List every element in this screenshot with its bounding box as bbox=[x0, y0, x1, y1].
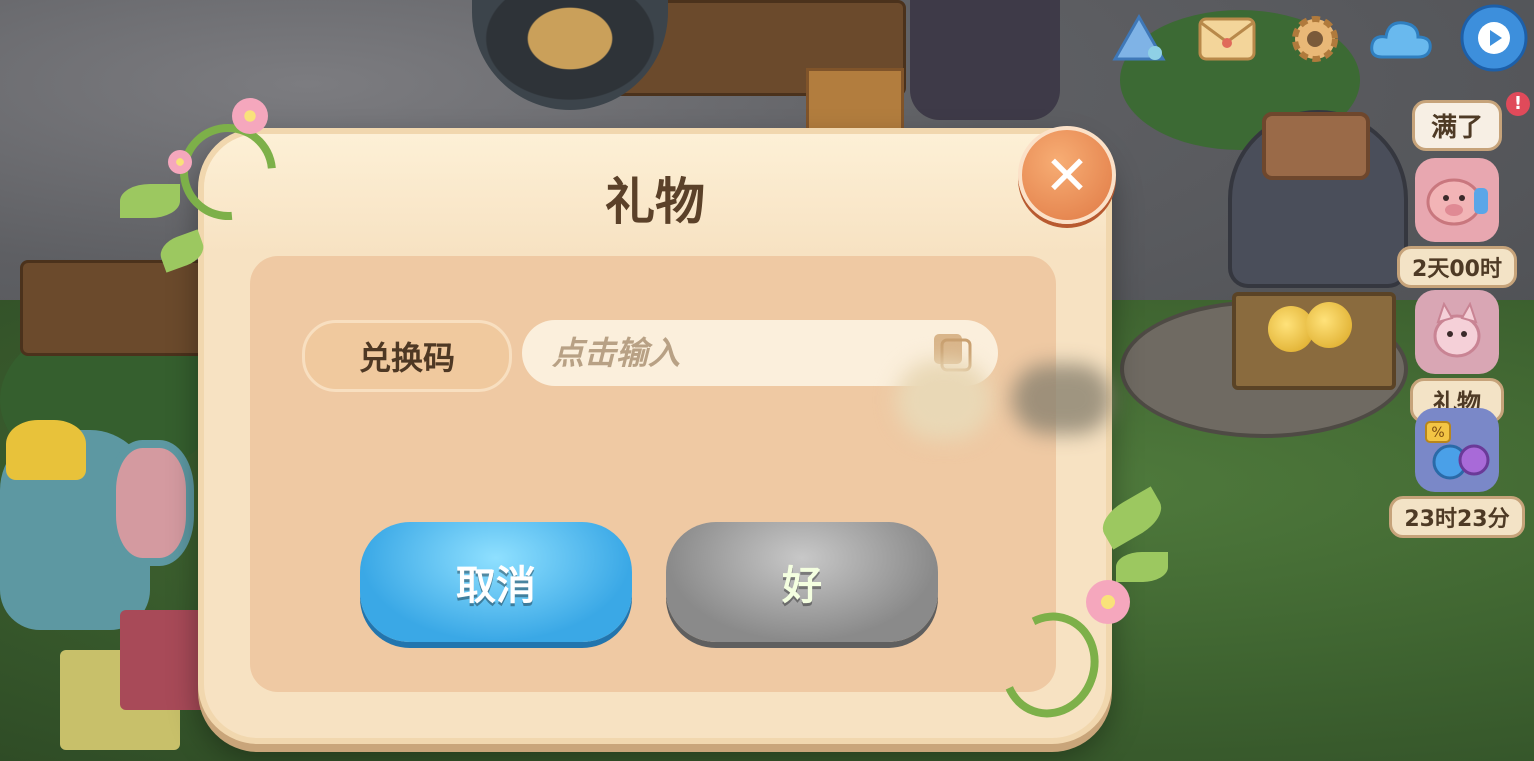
gold-coin bbox=[1306, 302, 1352, 348]
gear-icon[interactable] bbox=[1284, 8, 1346, 70]
wooden-fence bbox=[20, 260, 216, 356]
leaf-decoration bbox=[1116, 552, 1168, 582]
svg-text:%: % bbox=[1431, 425, 1444, 441]
alert-icon: ! bbox=[1506, 92, 1530, 116]
leaf-decoration bbox=[120, 184, 180, 218]
elephant-ear bbox=[108, 440, 194, 566]
cloud-icon[interactable] bbox=[1366, 8, 1436, 70]
game-screen: 满了 ! 2天00时 礼物 % 23时23分 礼物 ✕ 兑换码 点击输入 取消 … bbox=[0, 0, 1534, 761]
flower-decoration bbox=[232, 98, 268, 134]
machine bbox=[910, 0, 1060, 120]
flower-decoration bbox=[168, 150, 192, 174]
pyramid-icon[interactable] bbox=[1108, 8, 1170, 70]
piggy-timer: 2天00时 bbox=[1397, 246, 1517, 288]
crown-icon bbox=[6, 420, 86, 480]
close-button[interactable]: ✕ bbox=[1018, 126, 1116, 224]
piggy-bank-item[interactable]: 2天00时 bbox=[1388, 158, 1526, 288]
ok-button[interactable]: 好 bbox=[666, 522, 938, 642]
mail-icon[interactable] bbox=[1196, 8, 1258, 70]
redeem-code-label: 兑换码 bbox=[302, 320, 512, 392]
sale-timer: 23时23分 bbox=[1389, 496, 1525, 538]
dialog-title: 礼物 bbox=[605, 173, 705, 231]
potion-sale-icon: % bbox=[1415, 408, 1499, 492]
status-badge-item[interactable]: 满了 ! bbox=[1388, 92, 1530, 151]
status-badge: 满了 bbox=[1411, 100, 1502, 151]
blurred-region bbox=[1012, 364, 1112, 434]
sale-item[interactable]: % 23时23分 bbox=[1388, 408, 1526, 538]
gift-pet-icon bbox=[1415, 290, 1499, 374]
oven-pot bbox=[1262, 112, 1370, 180]
cancel-button[interactable]: 取消 bbox=[360, 522, 632, 642]
ok-button-label: 好 bbox=[782, 563, 822, 609]
play-icon[interactable] bbox=[1458, 2, 1530, 74]
close-icon: ✕ bbox=[1044, 143, 1090, 207]
gift-item[interactable]: 礼物 bbox=[1388, 290, 1526, 423]
piggy-bank-icon bbox=[1415, 158, 1499, 242]
cancel-button-label: 取消 bbox=[456, 563, 536, 609]
blurred-region bbox=[896, 360, 992, 440]
gift-dialog: 礼物 bbox=[198, 128, 1112, 744]
flower-decoration bbox=[1086, 580, 1130, 624]
